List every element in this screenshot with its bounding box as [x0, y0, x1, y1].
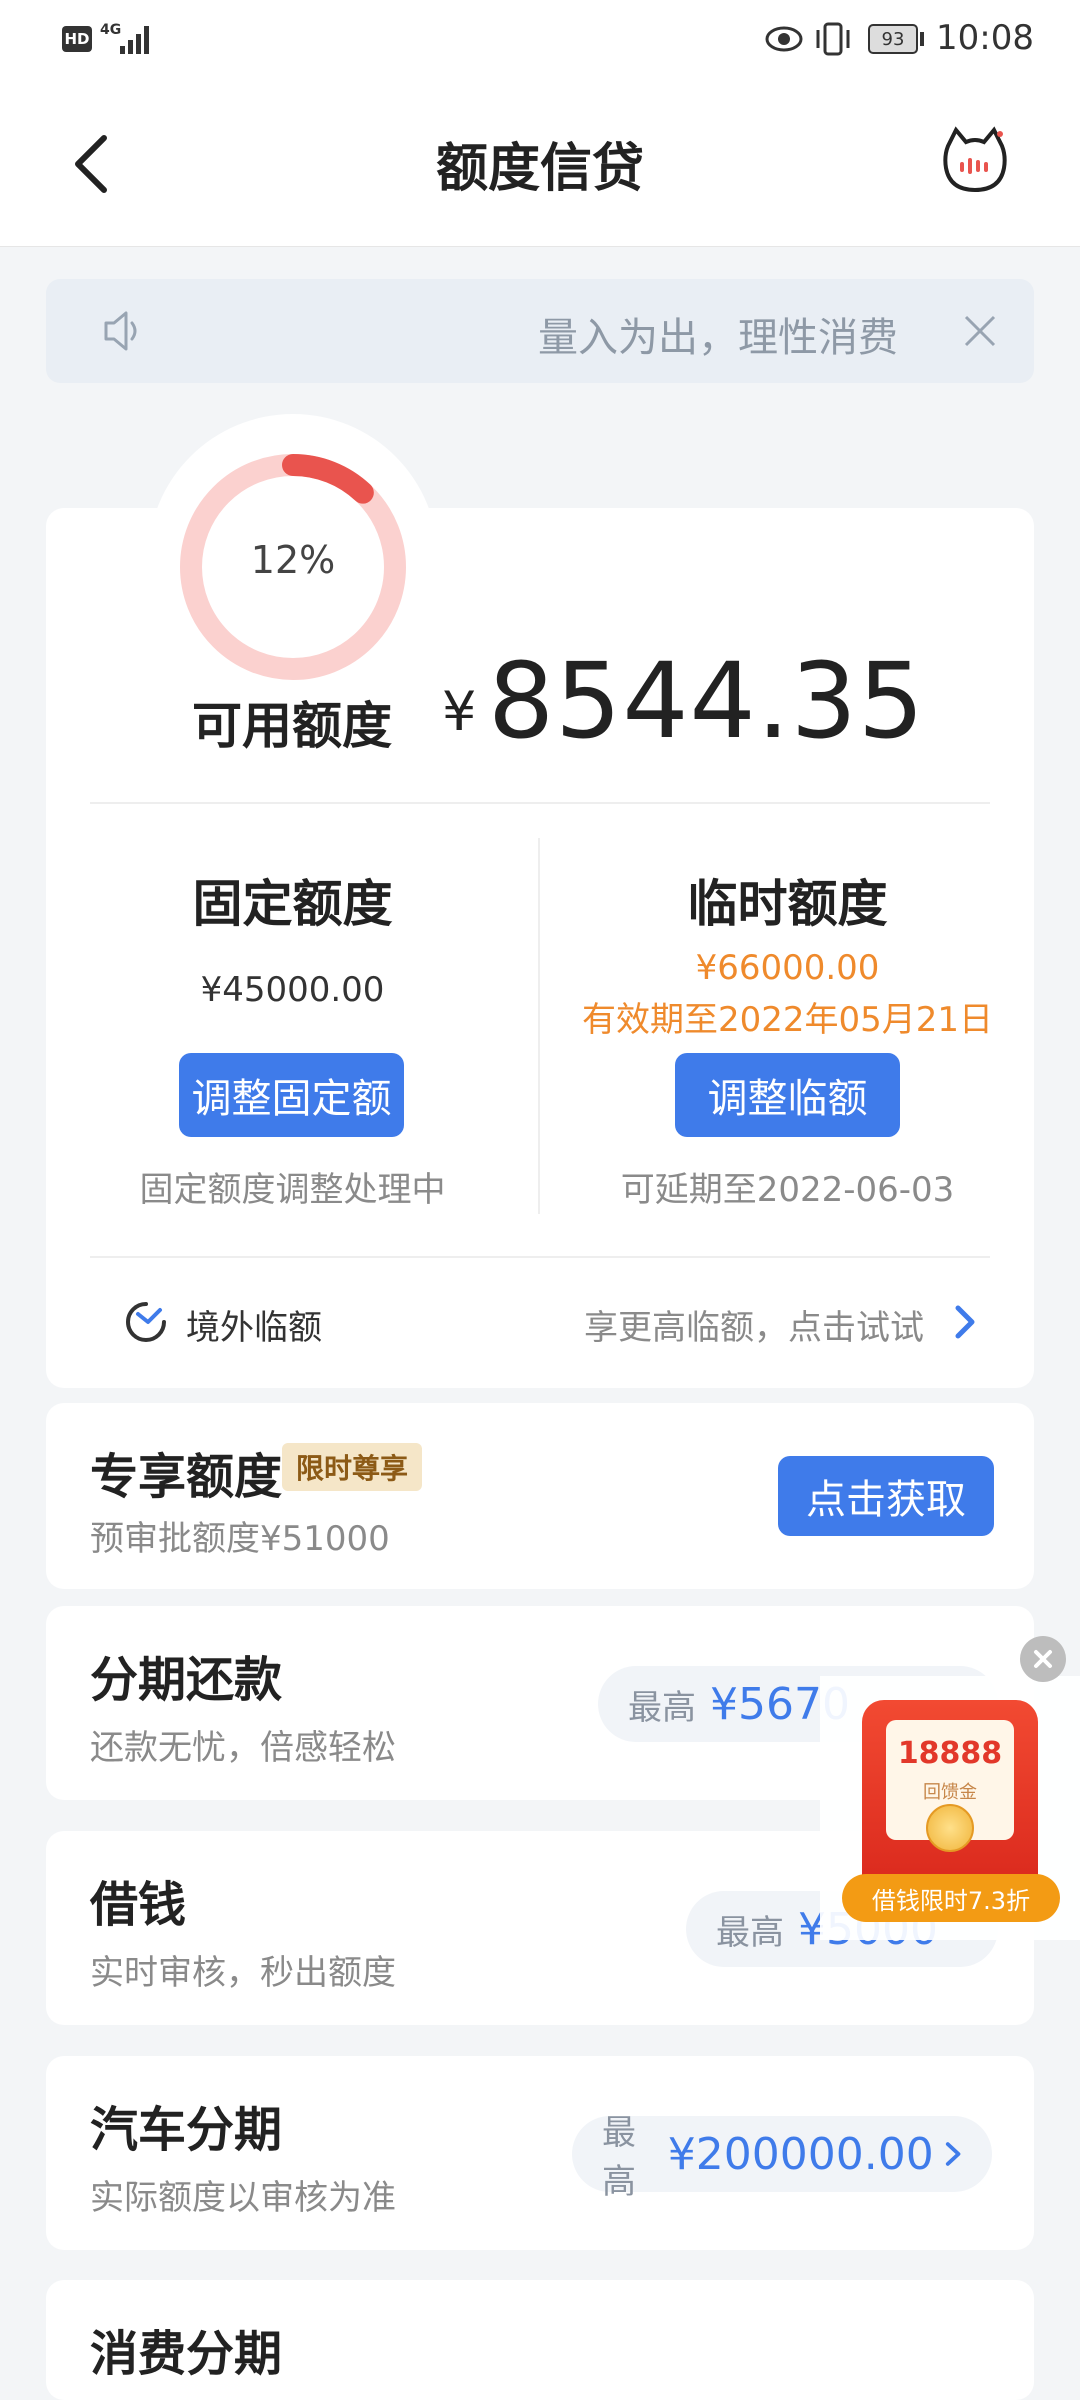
available-amount: 8544.35 — [488, 640, 926, 762]
eye-icon — [765, 26, 803, 52]
exclusive-credit-sub: 预审批额度¥51000 — [90, 1519, 390, 1559]
consumer-installment-title: 消费分期 — [90, 2326, 283, 2382]
coin-icon — [926, 1804, 974, 1852]
back-icon[interactable] — [70, 132, 114, 196]
vibrate-icon — [816, 22, 850, 56]
car-installment-card[interactable]: 汽车分期 实际额度以审核为准 最高 ¥200000.00 — [46, 2056, 1034, 2250]
speaker-icon — [104, 311, 137, 351]
currency-symbol: ¥ — [442, 680, 477, 743]
temp-credit-note: 可延期至2022-06-03 — [620, 1170, 955, 1210]
navigation-bar: 额度信贷 — [0, 80, 1080, 247]
divider-top — [90, 802, 990, 804]
fixed-credit-note: 固定额度调整处理中 — [139, 1170, 446, 1210]
borrow-sub: 实时审核，秒出额度 — [90, 1953, 396, 1993]
car-max-pill[interactable]: 最高 ¥200000.00 — [572, 2113, 992, 2202]
car-installment-title: 汽车分期 — [90, 2102, 283, 2158]
borrow-title: 借钱 — [90, 1877, 187, 1933]
status-bar: HD 4G 93 10:08 — [0, 0, 1080, 80]
signal-icon — [120, 26, 149, 54]
get-credit-button[interactable]: 点击获取 — [778, 1456, 994, 1536]
battery-icon: 93 — [868, 24, 918, 54]
page-title: 额度信贷 — [435, 138, 644, 199]
fixed-credit-amount: ¥45000.00 — [200, 970, 385, 1010]
promo-amount: 18888 — [897, 1736, 1003, 1771]
adjust-fixed-button[interactable]: 调整固定额 — [179, 1053, 404, 1137]
promo-caption: 回馈金 — [923, 1782, 977, 1803]
installment-title: 分期还款 — [90, 1652, 283, 1708]
consumer-installment-card[interactable]: 消费分期 — [46, 2280, 1034, 2400]
exclusive-credit-card[interactable]: 专享额度 限时尊享 预审批额度¥51000 点击获取 — [46, 1403, 1034, 1589]
max-prefix: 最高 — [716, 1912, 784, 1953]
available-label: 可用额度 — [192, 697, 392, 755]
overseas-credit-label: 境外临额 — [186, 1308, 322, 1348]
limited-time-badge: 限时尊享 — [282, 1443, 423, 1491]
battery-tip — [920, 32, 924, 46]
adjust-temp-button[interactable]: 调整临额 — [675, 1053, 900, 1137]
temp-credit-validity: 有效期至2022年05月21日 — [581, 1000, 994, 1040]
overseas-credit-hint: 享更高临额，点击试试 — [584, 1308, 924, 1348]
overseas-credit-row[interactable]: 境外临额 享更高临额，点击试试 — [90, 1272, 990, 1372]
exclusive-credit-title: 专享额度 — [90, 1449, 283, 1505]
max-prefix: 最高 — [602, 2113, 636, 2202]
close-icon — [1034, 1650, 1052, 1668]
installment-sub: 还款无忧，倍感轻松 — [90, 1728, 396, 1768]
car-max-value: ¥200000.00 — [667, 2128, 934, 2180]
chevron-right-icon — [945, 2142, 961, 2166]
usage-percent: 12% — [250, 538, 336, 582]
fixed-credit-title: 固定额度 — [192, 875, 393, 933]
temp-credit-amount: ¥66000.00 — [695, 948, 880, 988]
max-prefix: 最高 — [628, 1687, 696, 1728]
temp-credit-title: 临时额度 — [687, 875, 888, 933]
hd-icon: HD — [62, 26, 92, 52]
notice-text: 量入为出，理性消费 — [538, 315, 898, 361]
battery-level: 93 — [881, 28, 905, 50]
promo-close-button[interactable] — [1020, 1636, 1066, 1682]
car-installment-sub: 实际额度以审核为准 — [90, 2178, 396, 2218]
assistant-cat-icon[interactable] — [942, 126, 1008, 196]
notice-banner: 量入为出，理性消费 — [46, 279, 1034, 383]
column-divider — [538, 838, 540, 1214]
divider-bottom — [90, 1256, 990, 1258]
promo-banner[interactable]: 借钱限时7.3折 — [842, 1874, 1060, 1922]
chevron-right-icon — [955, 1305, 975, 1339]
close-icon[interactable] — [960, 311, 1000, 351]
plane-clock-icon — [126, 1302, 166, 1342]
clock: 10:08 — [936, 18, 1034, 58]
